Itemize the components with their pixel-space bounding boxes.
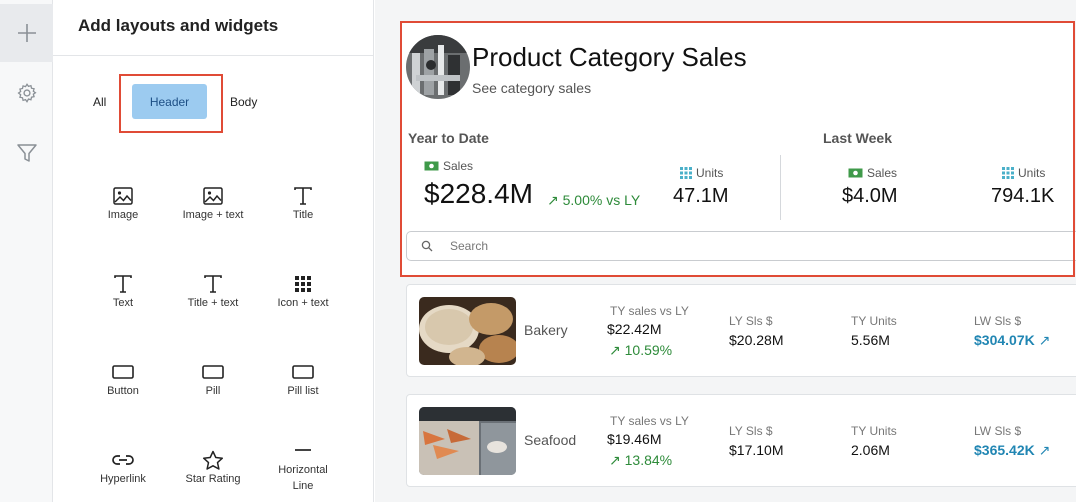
widget-icon-text[interactable]: Icon + text: [258, 273, 348, 323]
filter-button[interactable]: [0, 124, 53, 182]
cash-icon: [424, 161, 439, 171]
widgets-panel: Add layouts and widgets All Header Body …: [53, 0, 374, 502]
ytd-sales-value: $228.4M: [424, 178, 533, 209]
title-text-icon: [204, 275, 222, 293]
link-icon: [112, 455, 134, 465]
search-icon: [421, 240, 433, 252]
lw-units-value: 794.1K: [991, 185, 1055, 207]
list-item[interactable]: Bakery TY sales vs LY $22.42M ↗ 10.59% L…: [406, 284, 1076, 377]
settings-button[interactable]: [0, 64, 53, 122]
lw-sales-link[interactable]: $365.42K ↗: [974, 442, 1050, 459]
widget-hyperlink[interactable]: Hyperlink: [78, 449, 168, 499]
pill-list-icon: [292, 365, 314, 379]
trend-up-icon: ↗: [609, 452, 621, 468]
ytd-units-label: Units: [680, 166, 723, 180]
widget-title-text[interactable]: Title + text: [168, 273, 258, 323]
units-icon: [1002, 167, 1014, 179]
external-link-icon: ↗: [1038, 332, 1051, 348]
grid-icon: [295, 276, 311, 292]
category-name: Bakery: [524, 322, 568, 338]
page-title: Product Category Sales: [472, 42, 747, 72]
trend-up-icon: ↗: [547, 192, 559, 208]
image-text-icon: [203, 187, 223, 205]
horizontal-line-icon: [295, 449, 311, 451]
search-input[interactable]: Search: [406, 231, 1076, 261]
plus-icon: [17, 24, 36, 42]
search-placeholder: Search: [450, 239, 489, 253]
ytd-units-value: 47.1M: [673, 185, 729, 207]
add-button[interactable]: [0, 4, 53, 62]
widget-star-rating[interactable]: Star Rating: [168, 449, 258, 499]
gear-icon: [17, 83, 37, 103]
lw-sales-link[interactable]: $304.07K ↗: [974, 332, 1050, 349]
category-name: Seafood: [524, 432, 577, 448]
page-subtitle: See category sales: [472, 80, 592, 96]
lw-units-label: Units: [1002, 166, 1045, 180]
ty-delta: ↗ 13.84%: [609, 452, 673, 468]
metrics-divider: [780, 155, 781, 220]
widget-title[interactable]: Title: [258, 185, 348, 235]
widget-image[interactable]: Image: [78, 185, 168, 235]
widget-button[interactable]: Button: [78, 361, 168, 411]
widget-horizontal-line[interactable]: Horizontal Line: [258, 438, 348, 498]
text-icon: [114, 275, 132, 293]
lw-sales-label: Sales: [848, 166, 897, 180]
panel-title: Add layouts and widgets: [78, 16, 279, 35]
widget-pill[interactable]: Pill: [168, 361, 258, 411]
trend-up-icon: ↗: [609, 342, 621, 358]
button-icon: [112, 365, 134, 379]
seafood-image: [419, 407, 516, 475]
tab-body[interactable]: Body: [230, 95, 257, 109]
bakery-image: [419, 297, 516, 365]
star-icon: [202, 450, 224, 470]
ytd-sales-label: Sales: [424, 159, 473, 173]
pill-icon: [202, 365, 224, 379]
cash-icon: [848, 168, 863, 178]
title-icon: [294, 187, 312, 205]
header-image: [406, 35, 470, 99]
last-week-label: Last Week: [823, 130, 892, 146]
widget-image-text[interactable]: Image + text: [168, 185, 258, 235]
units-icon: [680, 167, 692, 179]
image-icon: [113, 187, 133, 205]
external-link-icon: ↗: [1038, 442, 1051, 458]
tab-all[interactable]: All: [93, 95, 106, 109]
filter-icon: [16, 144, 37, 162]
ytd-label: Year to Date: [408, 130, 489, 146]
ytd-delta: ↗ 5.00% vs LY: [547, 192, 641, 208]
lw-sales-value: $4.0M: [842, 185, 898, 207]
left-rail: [0, 0, 53, 502]
widget-pill-list[interactable]: Pill list: [258, 361, 348, 411]
tab-header[interactable]: Header: [132, 84, 207, 119]
widget-text[interactable]: Text: [78, 273, 168, 323]
list-item[interactable]: Seafood TY sales vs LY $19.46M ↗ 13.84% …: [406, 394, 1076, 487]
ty-delta: ↗ 10.59%: [609, 342, 673, 358]
divider: [53, 55, 373, 56]
